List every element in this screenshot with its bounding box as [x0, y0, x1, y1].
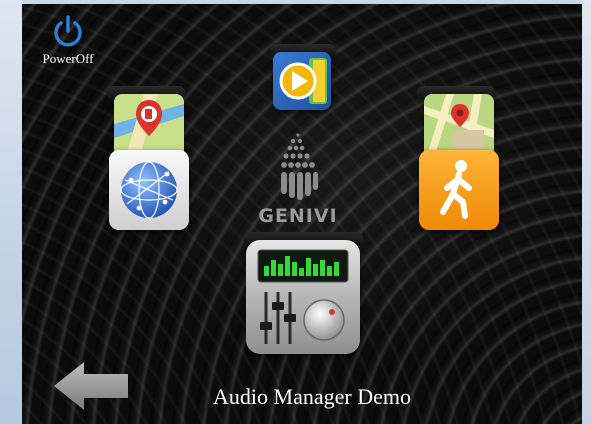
- pedestrian-app[interactable]: [419, 150, 499, 230]
- genivi-wordmark: GENIVI: [258, 205, 338, 227]
- walking-person-icon: [419, 150, 499, 230]
- internet-app[interactable]: [109, 150, 189, 230]
- map-pin-icon: [424, 94, 494, 152]
- hmi-screen: PowerOff GENIVI Audio Manager Demo: [22, 4, 582, 424]
- navigation-map-app[interactable]: [424, 94, 494, 152]
- frame-left-edge: [0, 0, 22, 424]
- media-play-icon: [273, 52, 331, 110]
- media-player-app[interactable]: [273, 52, 331, 110]
- back-arrow-icon: [54, 362, 128, 410]
- navigation-fuel-app[interactable]: [114, 94, 184, 156]
- screen-title: Audio Manager Demo: [213, 384, 411, 409]
- frame-right-edge: [582, 0, 591, 424]
- genivi-logo: GENIVI: [248, 129, 348, 227]
- globe-icon: [109, 150, 189, 230]
- power-icon: [54, 15, 82, 47]
- map-fuel-pin-icon: [114, 94, 184, 156]
- audio-manager-app[interactable]: [246, 240, 360, 354]
- power-off-label: PowerOff: [42, 51, 94, 66]
- power-off-button[interactable]: PowerOff: [32, 14, 104, 67]
- genivi-dots-icon: [281, 133, 318, 200]
- back-button[interactable]: [54, 362, 130, 410]
- equalizer-mixer-icon: [246, 240, 360, 354]
